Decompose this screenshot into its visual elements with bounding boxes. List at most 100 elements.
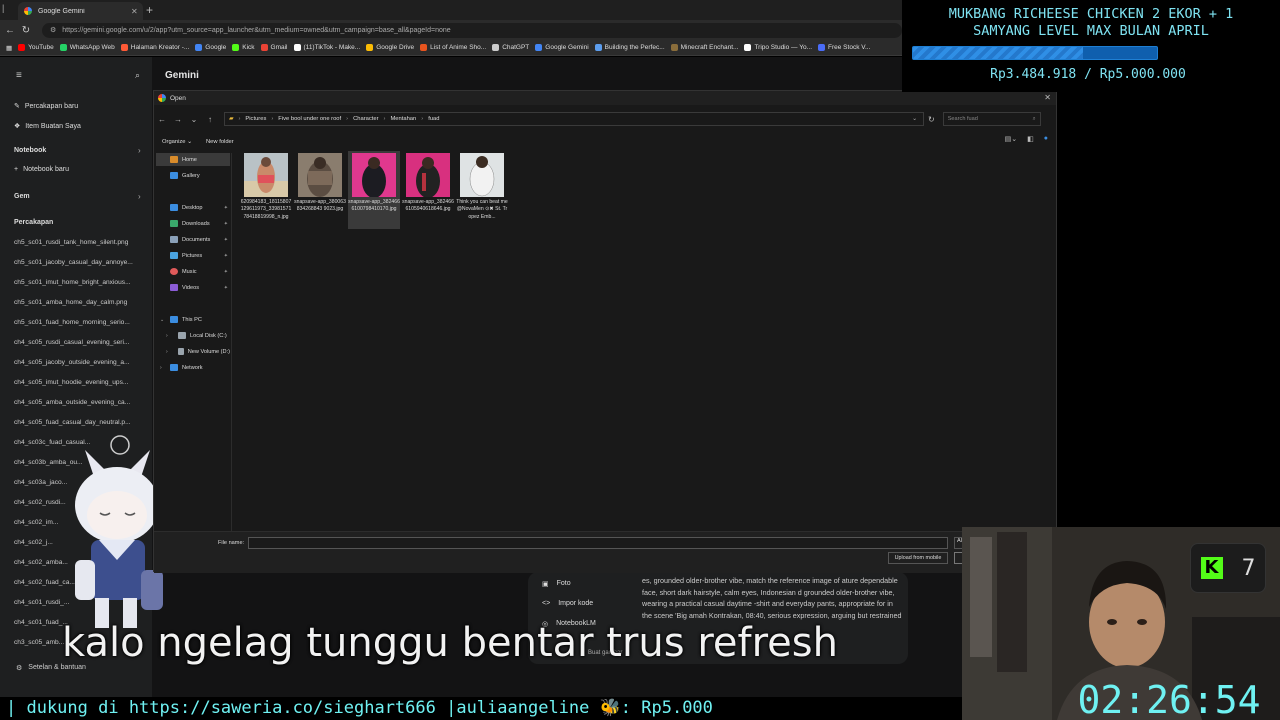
new-notebook-button[interactable]: + Notebook baru xyxy=(14,166,69,173)
notebook-section-title[interactable]: Notebook xyxy=(14,147,46,154)
import-code-item[interactable]: <> Impor kode xyxy=(542,600,593,607)
nav-desktop-label: Desktop xyxy=(182,204,203,211)
bookmark-label: Kick xyxy=(242,44,255,51)
crumb-five-bool[interactable]: Five bool under one roof xyxy=(278,116,341,122)
file-item[interactable]: Think you can beat me @NovaMen ⊙✖ St. Tr… xyxy=(456,151,508,229)
reload-icon[interactable]: ↻ xyxy=(20,25,32,36)
folder-icon: ▰ xyxy=(229,116,234,122)
tab-search-icon[interactable]: | xyxy=(2,3,4,13)
gem-section-title[interactable]: Gem xyxy=(14,193,30,200)
crumb-character[interactable]: Character xyxy=(353,116,378,122)
nav-local-disk[interactable]: › Local Disk (C:) xyxy=(156,329,230,342)
my-items-button[interactable]: ❖ Item Buatan Saya xyxy=(14,122,81,131)
pin-icon: ✦ xyxy=(223,268,228,275)
back-icon[interactable]: ← xyxy=(4,25,16,36)
url-field[interactable]: ⚙ https://gemini.google.com/u/2/app?utm_… xyxy=(42,22,902,38)
forward-icon[interactable]: → xyxy=(170,115,186,124)
upload-photo-item[interactable]: ▣ Foto xyxy=(542,580,571,588)
crumb-fuad[interactable]: fuad xyxy=(428,116,439,122)
bookmark-item[interactable]: Building the Perfec... xyxy=(594,44,665,51)
back-icon[interactable]: ← xyxy=(154,115,170,124)
bookmark-item[interactable]: Halaman Kreator -... xyxy=(120,44,189,51)
prompt-text: es, grounded older-brother vibe, match t… xyxy=(642,576,902,620)
recent-locations-icon[interactable]: ⌄ xyxy=(186,115,202,124)
nav-new-volume[interactable]: › New Volume (D:) xyxy=(156,345,230,358)
search-icon[interactable]: ⌕ xyxy=(135,70,140,81)
bookmark-item[interactable]: Gmail xyxy=(260,44,288,51)
bookmark-item[interactable]: (11)TikTok - Make... xyxy=(293,44,360,51)
recent-chat-item[interactable]: ch5_sc01_imut_home_bright_anxious... xyxy=(14,277,146,297)
file-item[interactable]: snapsave-app_3824666105940618646.jpg xyxy=(402,151,454,229)
bookmark-item[interactable]: Google Drive xyxy=(366,44,414,51)
chevron-right-icon[interactable]: › xyxy=(166,333,168,339)
bookmark-item[interactable]: Kick xyxy=(232,44,255,51)
up-icon[interactable]: ↑ xyxy=(202,115,218,124)
nav-videos[interactable]: Videos ✦ xyxy=(156,281,230,294)
bookmark-item[interactable]: YouTube xyxy=(18,44,54,51)
help-icon[interactable]: ● xyxy=(1044,135,1048,143)
organize-button[interactable]: Organize ⌄ xyxy=(162,139,192,145)
chevron-down-icon[interactable]: ⌄ xyxy=(160,317,164,323)
recent-chat-item[interactable]: ch4_sc05_jacoby_outside_evening_a... xyxy=(14,357,146,377)
bookmarks-apps-icon[interactable]: ▦ xyxy=(6,44,12,52)
bookmark-favicon-icon xyxy=(18,44,26,51)
file-item[interactable]: 620984183_18115807129611973_339815717841… xyxy=(240,151,292,229)
preview-pane-icon[interactable]: ◧ xyxy=(1027,135,1034,143)
nav-pictures-label: Pictures xyxy=(182,252,203,259)
new-chat-button[interactable]: ✎ Percakapan baru xyxy=(14,102,78,111)
chevron-right-icon[interactable]: › xyxy=(138,146,141,155)
chevron-right-icon[interactable]: › xyxy=(166,349,168,355)
close-tab-icon[interactable]: ✕ xyxy=(131,7,143,16)
close-icon[interactable]: ✕ xyxy=(1044,93,1051,102)
nav-downloads[interactable]: Downloads ✦ xyxy=(156,217,230,230)
nav-pictures[interactable]: Pictures ✦ xyxy=(156,249,230,262)
nav-documents[interactable]: Documents ✦ xyxy=(156,233,230,246)
browser-tab-active[interactable]: Google Gemini ✕ xyxy=(18,2,143,20)
nav-documents-label: Documents xyxy=(182,236,211,243)
chevron-down-icon[interactable]: ⌄ xyxy=(912,116,917,122)
recent-chat-item[interactable]: ch5_sc01_fuad_home_morning_serio... xyxy=(14,317,146,337)
nav-gallery[interactable]: Gallery xyxy=(156,169,230,182)
music-icon xyxy=(170,268,178,275)
recent-chat-item[interactable]: ch4_sc05_amba_outside_evening_ca... xyxy=(14,397,146,417)
bookmark-item[interactable]: Minecraft Enchant... xyxy=(670,44,738,51)
bookmark-item[interactable]: Google Gemini xyxy=(535,44,589,51)
pin-icon: ✦ xyxy=(223,204,228,211)
nav-desktop[interactable]: Desktop ✦ xyxy=(156,201,230,214)
menu-icon[interactable]: ≡ xyxy=(16,70,22,81)
site-info-icon[interactable]: ⚙ xyxy=(50,26,56,34)
recent-chat-item[interactable]: ch5_sc01_amba_home_day_calm.png xyxy=(14,297,146,317)
recent-chat-item[interactable]: ch5_sc01_rusdi_tank_home_silent.png xyxy=(14,237,146,257)
nav-network[interactable]: › Network xyxy=(156,361,230,374)
file-name-input[interactable] xyxy=(248,537,948,549)
new-tab-button[interactable]: + xyxy=(146,3,153,17)
file-item-selected[interactable]: snapsave-app_3824666100798410170.jpg xyxy=(348,151,400,229)
bookmark-item[interactable]: Tripo Studio — Yo... xyxy=(744,44,812,51)
nav-music[interactable]: Music ✦ xyxy=(156,265,230,278)
bookmark-item[interactable]: Free Stock V... xyxy=(818,44,870,51)
breadcrumb[interactable]: ▰ › Pictures › Five bool under one roof … xyxy=(224,112,924,126)
view-mode-icon[interactable]: ▤⌄ xyxy=(1005,135,1017,143)
recent-chat-item[interactable]: ch5_sc01_jacoby_casual_day_annoye... xyxy=(14,257,146,277)
file-item[interactable]: snapsave-app_380063834268843 9023.jpg xyxy=(294,151,346,229)
upload-from-mobile-button[interactable]: Upload from mobile xyxy=(888,552,948,564)
new-folder-button[interactable]: New folder xyxy=(206,139,234,145)
crumb-mentahan[interactable]: Mentahan xyxy=(390,116,416,122)
crumb-pictures[interactable]: Pictures xyxy=(245,116,266,122)
bookmark-item[interactable]: ChatGPT xyxy=(492,44,529,51)
chevron-right-icon[interactable]: › xyxy=(160,365,162,371)
refresh-icon[interactable]: ↻ xyxy=(928,115,935,124)
nav-this-pc[interactable]: ⌄ This PC xyxy=(156,313,230,326)
recent-chat-item[interactable]: ch4_sc05_imut_hoodie_evening_ups... xyxy=(14,377,146,397)
chevron-right-icon[interactable]: › xyxy=(138,192,141,201)
bookmark-item[interactable]: WhatsApp Web xyxy=(59,44,115,51)
search-field[interactable]: Search fuad ⌕ xyxy=(942,112,1041,126)
recent-chat-item[interactable]: ch4_sc05_rusdi_casual_evening_seri... xyxy=(14,337,146,357)
nav-home[interactable]: Home xyxy=(156,153,230,166)
bookmark-label: Free Stock V... xyxy=(828,44,871,51)
bookmark-favicon-icon xyxy=(594,44,602,51)
bookmark-item[interactable]: List of Anime Sho... xyxy=(420,44,486,51)
bookmark-item[interactable]: Google xyxy=(195,44,226,51)
navigation-pane: Home Gallery Desktop ✦ Downloads ✦ Docum… xyxy=(154,153,232,533)
goal-amount: Rp3.484.918 / Rp5.000.000 xyxy=(990,67,1186,82)
